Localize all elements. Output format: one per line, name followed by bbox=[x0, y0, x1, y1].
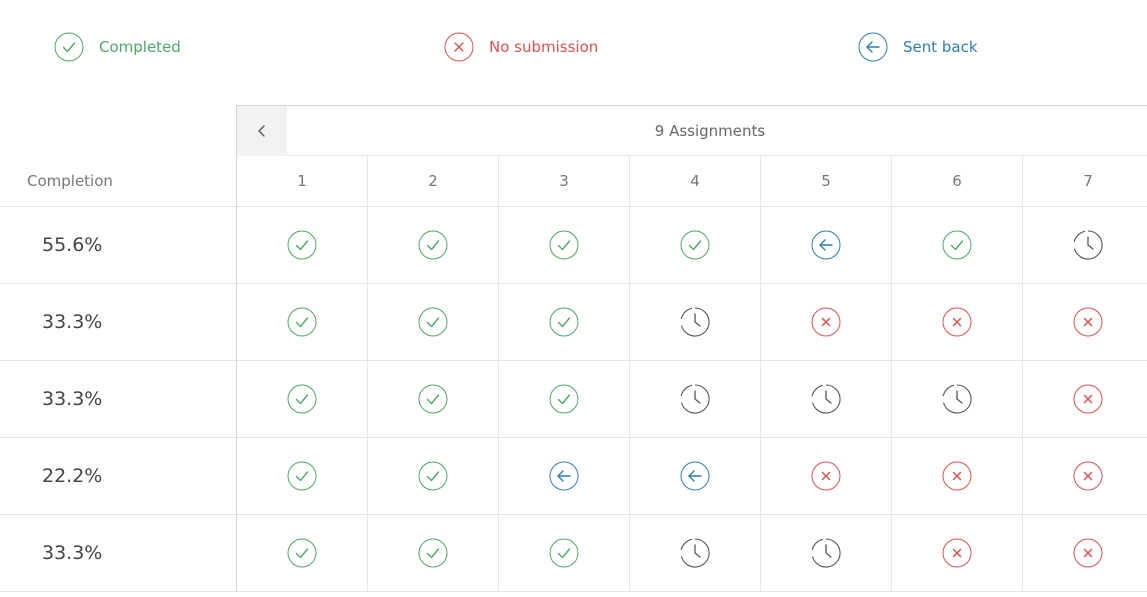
legend-item-completed: Completed bbox=[54, 32, 181, 62]
completion-percentage: 33.3% bbox=[0, 515, 236, 592]
x-circle-icon bbox=[811, 461, 841, 491]
check-circle-icon bbox=[418, 461, 448, 491]
assignment-status-cell[interactable] bbox=[1022, 361, 1147, 438]
assignment-status-cell[interactable] bbox=[498, 207, 629, 284]
assignment-status-cell[interactable] bbox=[236, 284, 367, 361]
x-circle-icon bbox=[1073, 461, 1103, 491]
arrow-left-circle-icon bbox=[858, 32, 888, 62]
x-circle-icon bbox=[942, 307, 972, 337]
x-circle-icon bbox=[942, 538, 972, 568]
clock-icon bbox=[1073, 230, 1103, 260]
check-circle-icon bbox=[680, 230, 710, 260]
check-circle-icon bbox=[549, 384, 579, 414]
completion-percentage: 55.6% bbox=[0, 207, 236, 284]
clock-icon bbox=[680, 538, 710, 568]
assignment-status-cell[interactable] bbox=[760, 438, 891, 515]
clock-icon bbox=[811, 538, 841, 568]
clock-icon bbox=[811, 384, 841, 414]
chevron-left-icon bbox=[258, 125, 265, 137]
assignment-status-cell[interactable] bbox=[367, 515, 498, 592]
assignment-status-cell[interactable] bbox=[760, 207, 891, 284]
clock-icon bbox=[680, 307, 710, 337]
check-circle-icon bbox=[287, 538, 317, 568]
x-circle-icon bbox=[811, 307, 841, 337]
assignment-status-cell[interactable] bbox=[498, 284, 629, 361]
assignment-status-cell[interactable] bbox=[236, 207, 367, 284]
completion-percentage: 33.3% bbox=[0, 361, 236, 438]
previous-page-button[interactable] bbox=[237, 106, 287, 156]
assignment-status-cell[interactable] bbox=[1022, 284, 1147, 361]
assignments-header: 9 Assignments bbox=[236, 105, 1147, 156]
assignment-status-cell[interactable] bbox=[236, 438, 367, 515]
clock-icon bbox=[680, 384, 710, 414]
assignment-status-cell[interactable] bbox=[367, 361, 498, 438]
assignment-status-cell[interactable] bbox=[367, 284, 498, 361]
status-legend: Completed No submission Sent back bbox=[0, 32, 1147, 62]
assignment-status-cell[interactable] bbox=[629, 207, 760, 284]
assignment-status-cell[interactable] bbox=[498, 438, 629, 515]
check-circle-icon bbox=[287, 230, 317, 260]
check-circle-icon bbox=[287, 384, 317, 414]
arrow-left-circle-icon bbox=[549, 461, 579, 491]
legend-label: No submission bbox=[489, 38, 599, 56]
check-circle-icon bbox=[549, 538, 579, 568]
assignment-status-cell[interactable] bbox=[629, 284, 760, 361]
legend-item-no-submission: No submission bbox=[444, 32, 598, 62]
assignment-status-cell[interactable] bbox=[498, 515, 629, 592]
check-circle-icon bbox=[418, 307, 448, 337]
assignment-status-cell[interactable] bbox=[891, 515, 1022, 592]
check-circle-icon bbox=[549, 307, 579, 337]
x-circle-icon bbox=[1073, 538, 1103, 568]
assignment-column-header: 6 bbox=[891, 156, 1022, 207]
assignment-column-header: 1 bbox=[236, 156, 367, 207]
check-circle-icon bbox=[54, 32, 84, 62]
completion-percentage: 22.2% bbox=[0, 438, 236, 515]
completion-column-header: Completion bbox=[0, 156, 236, 207]
assignment-status-cell[interactable] bbox=[367, 207, 498, 284]
x-circle-icon bbox=[1073, 384, 1103, 414]
assignments-title: 9 Assignments bbox=[654, 121, 766, 140]
assignment-column-header: 2 bbox=[367, 156, 498, 207]
x-circle-icon bbox=[942, 461, 972, 491]
legend-item-sent-back: Sent back bbox=[858, 32, 978, 62]
assignment-status-cell[interactable] bbox=[629, 515, 760, 592]
assignment-column-header: 4 bbox=[629, 156, 760, 207]
assignments-table: 9 Assignments Completion 1 2 3 4 5 6 7 55.6% 33.… bbox=[0, 105, 1147, 597]
x-circle-icon bbox=[444, 32, 474, 62]
assignment-status-cell[interactable] bbox=[367, 438, 498, 515]
check-circle-icon bbox=[942, 230, 972, 260]
assignment-status-cell[interactable] bbox=[1022, 207, 1147, 284]
assignment-status-cell[interactable] bbox=[1022, 515, 1147, 592]
assignment-status-cell[interactable] bbox=[760, 284, 891, 361]
assignment-status-cell[interactable] bbox=[629, 361, 760, 438]
completion-percentage: 33.3% bbox=[0, 284, 236, 361]
check-circle-icon bbox=[418, 230, 448, 260]
assignment-status-cell[interactable] bbox=[498, 361, 629, 438]
assignment-status-cell[interactable] bbox=[629, 438, 760, 515]
assignment-status-cell[interactable] bbox=[891, 207, 1022, 284]
assignment-status-cell[interactable] bbox=[236, 515, 367, 592]
assignment-status-cell[interactable] bbox=[891, 284, 1022, 361]
check-circle-icon bbox=[287, 461, 317, 491]
clock-icon bbox=[942, 384, 972, 414]
assignment-status-cell[interactable] bbox=[236, 361, 367, 438]
assignment-status-cell[interactable] bbox=[891, 361, 1022, 438]
check-circle-icon bbox=[418, 538, 448, 568]
legend-label: Sent back bbox=[903, 38, 978, 56]
assignment-column-header: 3 bbox=[498, 156, 629, 207]
assignment-status-cell[interactable] bbox=[760, 515, 891, 592]
legend-label: Completed bbox=[99, 38, 181, 56]
arrow-left-circle-icon bbox=[811, 230, 841, 260]
check-circle-icon bbox=[418, 384, 448, 414]
assignment-column-header: 7 bbox=[1022, 156, 1147, 207]
assignment-status-cell[interactable] bbox=[1022, 438, 1147, 515]
assignment-status-cell[interactable] bbox=[891, 438, 1022, 515]
arrow-left-circle-icon bbox=[680, 461, 710, 491]
assignment-status-cell[interactable] bbox=[760, 361, 891, 438]
check-circle-icon bbox=[287, 307, 317, 337]
assignment-column-header: 5 bbox=[760, 156, 891, 207]
check-circle-icon bbox=[549, 230, 579, 260]
x-circle-icon bbox=[1073, 307, 1103, 337]
